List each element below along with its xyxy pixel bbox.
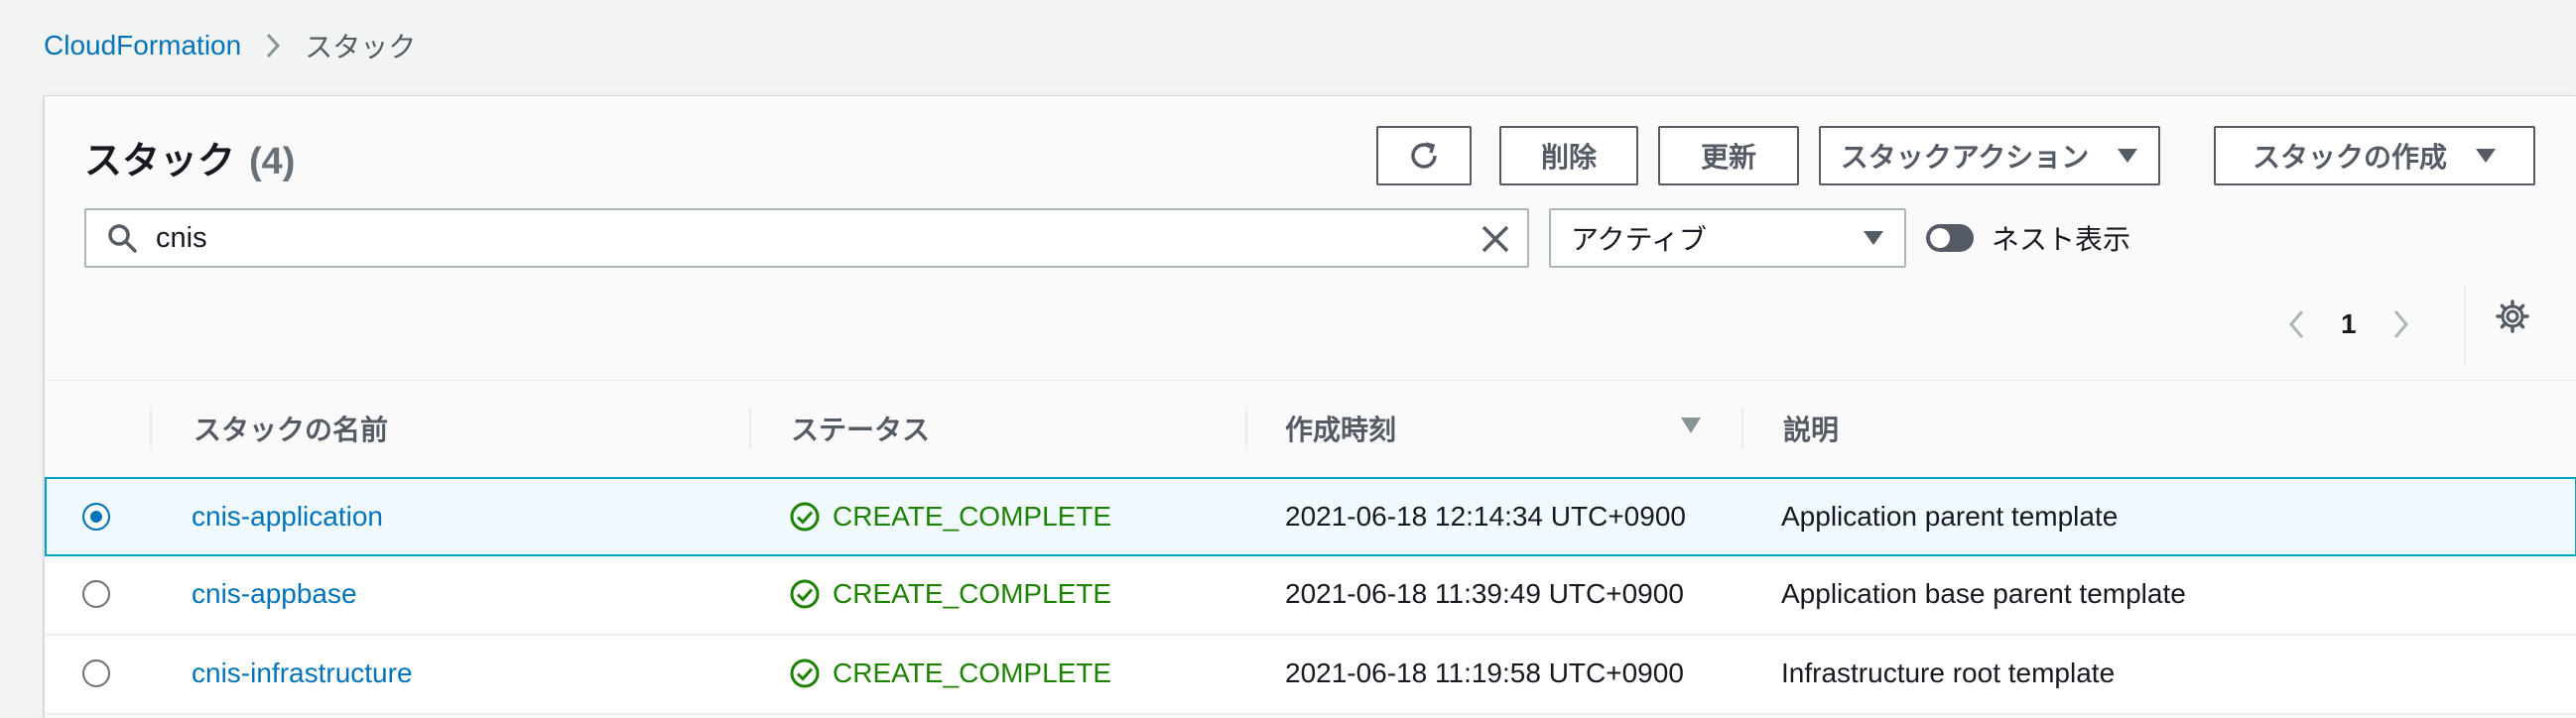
stack-name-cell: cnis-appbase: [192, 556, 357, 632]
chevron-right-icon[interactable]: [2392, 308, 2410, 340]
refresh-button[interactable]: [1376, 126, 1472, 185]
update-button[interactable]: 更新: [1658, 126, 1799, 185]
status-filter-select[interactable]: アクティブ: [1549, 208, 1906, 268]
search-field[interactable]: [84, 208, 1529, 268]
row-select-radio[interactable]: [82, 659, 110, 687]
row-select-radio[interactable]: [82, 503, 110, 531]
stacks-panel: スタック (4) 削除 更新 スタックアクション スタックの作成 cnis アク…: [44, 95, 2576, 718]
breadcrumb-current: スタック: [305, 32, 417, 62]
clear-icon[interactable]: [1480, 223, 1511, 255]
table-row[interactable]: cnis-appbase CREATE_COMPLETE 2021-06-18 …: [45, 556, 2576, 636]
status-text: CREATE_COMPLETE: [833, 578, 1112, 609]
caret-down-icon: [1863, 230, 1884, 246]
create-stack-button[interactable]: スタックの作成: [2214, 126, 2535, 185]
success-check-icon: [789, 658, 833, 689]
pagination: 1: [2287, 295, 2410, 354]
table-row[interactable]: cnis-application CREATE_COMPLETE 2021-06…: [45, 477, 2576, 556]
column-divider: [1741, 409, 1743, 448]
status-text: CREATE_COMPLETE: [833, 658, 1112, 688]
success-check-icon: [789, 501, 833, 533]
table-header: スタックの名前 ステータス 作成時刻 説明: [45, 380, 2576, 475]
gear-icon[interactable]: [2496, 299, 2529, 333]
created-time-cell: 2021-06-18 11:39:49 UTC+0900: [1285, 578, 1684, 609]
stack-actions-label: スタックアクション: [1840, 142, 2090, 173]
row-radio-cell: [82, 479, 110, 554]
breadcrumb: CloudFormation スタック: [44, 26, 416, 65]
chevron-left-icon[interactable]: [2287, 308, 2305, 340]
column-header-status[interactable]: ステータス: [791, 381, 930, 476]
stack-count: (4): [249, 141, 296, 182]
created-time-cell: 2021-06-18 12:14:34 UTC+0900: [1285, 501, 1686, 532]
table-row[interactable]: cnis-infrastructure CREATE_COMPLETE 2021…: [45, 636, 2576, 715]
nested-view-label: ネスト表示: [1992, 224, 2131, 255]
nested-view-toggle[interactable]: [1926, 224, 1974, 252]
row-radio-cell: [82, 636, 110, 711]
nested-view-toggle-group: ネスト表示: [1926, 208, 2130, 268]
refresh-icon: [1406, 138, 1442, 174]
column-header-description[interactable]: 説明: [1783, 381, 1839, 476]
caret-down-icon: [2475, 148, 2497, 164]
description-cell: Application parent template: [1781, 501, 2119, 532]
page-title-text: スタック: [84, 141, 236, 182]
create-stack-label: スタックの作成: [2252, 142, 2447, 173]
status-cell: CREATE_COMPLETE: [789, 636, 1111, 711]
status-filter-value: アクティブ: [1571, 224, 1707, 255]
caret-down-icon: [2117, 148, 2138, 164]
row-select-radio[interactable]: [82, 580, 110, 608]
search-icon: [106, 222, 138, 254]
column-divider: [749, 409, 751, 448]
description-cell: Application base parent template: [1781, 578, 2186, 609]
description-cell: Infrastructure root template: [1781, 658, 2116, 688]
stack-name-link[interactable]: cnis-appbase: [192, 578, 357, 610]
stack-name-cell: cnis-application: [192, 479, 383, 554]
column-header-created-time[interactable]: 作成時刻: [1285, 381, 1396, 476]
page-number[interactable]: 1: [2341, 308, 2357, 340]
column-header-stack-name[interactable]: スタックの名前: [193, 381, 388, 476]
sort-descending-icon[interactable]: [1680, 417, 1702, 434]
delete-button[interactable]: 削除: [1499, 126, 1638, 185]
column-divider: [1245, 409, 1247, 448]
status-cell: CREATE_COMPLETE: [789, 479, 1111, 554]
search-input[interactable]: [156, 221, 1426, 255]
stack-name-link[interactable]: cnis-infrastructure: [192, 658, 413, 689]
page-title: スタック (4): [84, 130, 295, 184]
stack-name-link[interactable]: cnis-application: [192, 501, 383, 533]
success-check-icon: [789, 578, 833, 610]
breadcrumb-cloudformation-link[interactable]: CloudFormation: [44, 30, 241, 61]
row-radio-cell: [82, 556, 110, 632]
status-cell: CREATE_COMPLETE: [789, 556, 1111, 632]
chevron-right-icon: [265, 32, 281, 60]
column-divider: [150, 409, 152, 448]
status-text: CREATE_COMPLETE: [833, 501, 1112, 532]
stack-actions-button[interactable]: スタックアクション: [1819, 126, 2160, 185]
created-time-cell: 2021-06-18 11:19:58 UTC+0900: [1285, 658, 1684, 688]
stack-name-cell: cnis-infrastructure: [192, 636, 413, 711]
divider: [2464, 285, 2466, 364]
